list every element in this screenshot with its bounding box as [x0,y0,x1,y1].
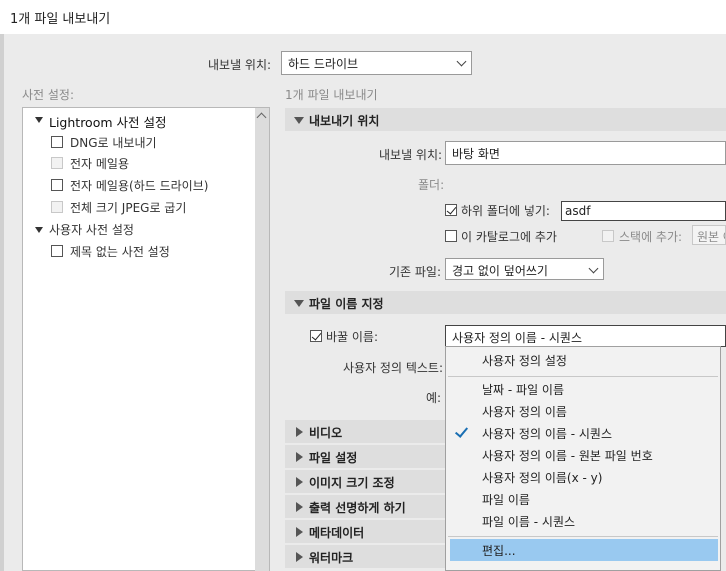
presets-header: 사전 설정: [22,88,75,102]
checkbox[interactable] [51,179,63,191]
add-stack-checkbox [602,230,614,242]
existing-files-dropdown[interactable]: 경고 없이 덮어쓰기 [445,258,604,280]
expand-arrow-icon [296,452,303,462]
expand-arrow-icon [296,527,303,537]
section-image-sizing[interactable]: 이미지 크기 조정 [285,470,445,493]
menu-separator [448,376,718,377]
section-file-naming[interactable]: 파일 이름 지정 [285,291,726,314]
preset-item[interactable]: 전체 크기 JPEG로 굽기 [70,199,186,216]
window-left-edge [0,34,4,571]
checkbox[interactable] [51,136,63,148]
window-title: 1개 파일 내보내기 [10,12,111,27]
section-title: 비디오 [309,426,343,440]
collapse-arrow-icon [294,300,304,307]
expand-arrow-icon [296,502,303,512]
preset-item[interactable]: DNG로 내보내기 [70,134,157,151]
section-title: 이미지 크기 조정 [309,476,395,490]
section-file-settings[interactable]: 파일 설정 [285,445,445,468]
section-output-sharpening[interactable]: 출력 선명하게 하기 [285,495,445,518]
presets-scrollbar[interactable] [255,108,269,571]
menu-item-edit[interactable]: 편집... [450,539,718,561]
expand-arrow-icon [296,552,303,562]
section-video[interactable]: 비디오 [285,420,445,443]
menu-item-selected[interactable]: 사용자 정의 이름 - 시퀀스 [446,422,720,444]
section-title: 워터마크 [309,551,354,565]
example-label: 예: [426,391,442,405]
section-title: 파일 설정 [309,451,358,465]
subfolder-label: 하위 폴더에 넣기: [461,204,550,218]
export-folder-value: 바탕 화면 [452,147,500,161]
existing-files-value: 경고 없이 덮어쓰기 [452,264,548,278]
menu-item[interactable]: 사용자 정의 이름(x - y) [446,466,720,488]
expand-arrow-icon [296,427,303,437]
menu-item[interactable]: 날짜 - 파일 이름 [446,378,720,400]
section-watermark[interactable]: 워터마크 [285,545,445,568]
menu-item[interactable]: 파일 이름 [446,488,720,510]
menu-item[interactable]: 사용자 정의 이름 [446,400,720,422]
custom-text-label: 사용자 정의 텍스트: [343,361,443,375]
checkmark-icon [454,424,469,438]
preset-item[interactable]: 전자 메일용(하드 드라이브) [70,177,208,194]
subfolder-input[interactable]: asdf [561,201,726,221]
checkbox-disabled [51,157,63,169]
preset-group-user[interactable]: 사용자 사전 설정 [49,221,134,238]
rename-label: 바꿀 이름: [326,330,379,344]
expand-arrow-icon [296,477,303,487]
expand-arrow-icon[interactable] [35,117,43,123]
stack-dropdown: 원본 아 [692,225,726,245]
subfolder-checkbox[interactable] [445,204,457,216]
rename-menu: 사용자 정의 설정 날짜 - 파일 이름 사용자 정의 이름 사용자 정의 이름… [445,346,721,571]
right-header: 1개 파일 내보내기 [285,88,378,102]
collapse-arrow-icon [294,117,304,124]
export-folder-dropdown[interactable]: 바탕 화면 [445,141,726,165]
section-title: 메타데이터 [309,526,365,540]
export-to-value: 하드 드라이브 [288,57,359,71]
section-title: 내보내기 위치 [309,114,380,128]
existing-files-label: 기존 파일: [389,265,442,279]
preset-item[interactable]: 전자 메일용 [70,155,129,172]
section-metadata[interactable]: 메타데이터 [285,520,445,543]
title-bar: 1개 파일 내보내기 [0,0,726,34]
expand-arrow-icon[interactable] [35,227,43,233]
chevron-down-icon [456,56,467,67]
add-catalog-label: 이 카탈로그에 추가 [461,230,557,244]
add-catalog-checkbox[interactable] [445,230,457,242]
rename-dropdown[interactable]: 사용자 정의 이름 - 시퀀스 [445,325,726,347]
section-title: 파일 이름 지정 [309,297,384,311]
section-title: 출력 선명하게 하기 [309,501,406,515]
preset-group-lightroom[interactable]: Lightroom 사전 설정 [49,112,166,131]
menu-item[interactable]: 파일 이름 - 시퀀스 [446,510,720,532]
rename-checkbox[interactable] [310,330,322,342]
export-to-label: 내보낼 위치: [208,58,272,72]
stack-value: 원본 아 [697,230,725,244]
rename-value: 사용자 정의 이름 - 시퀀스 [452,331,582,345]
checkbox-disabled [51,201,63,213]
checkbox[interactable] [51,245,63,257]
scroll-up-icon[interactable] [256,112,267,123]
folder-label: 폴더: [418,178,445,192]
export-to-label: 내보낼 위치: [379,148,443,162]
chevron-down-icon [588,263,599,274]
export-to-dropdown[interactable]: 하드 드라이브 [281,51,472,75]
menu-separator [448,536,718,537]
section-export-location[interactable]: 내보내기 위치 [285,108,726,131]
subfolder-value: asdf [565,204,591,218]
preset-item[interactable]: 제목 없는 사전 설정 [70,243,170,260]
menu-item[interactable]: 사용자 정의 설정 [446,349,720,371]
add-stack-label: 스택에 추가: [619,230,683,244]
menu-item[interactable]: 사용자 정의 이름 - 원본 파일 번호 [446,444,720,466]
